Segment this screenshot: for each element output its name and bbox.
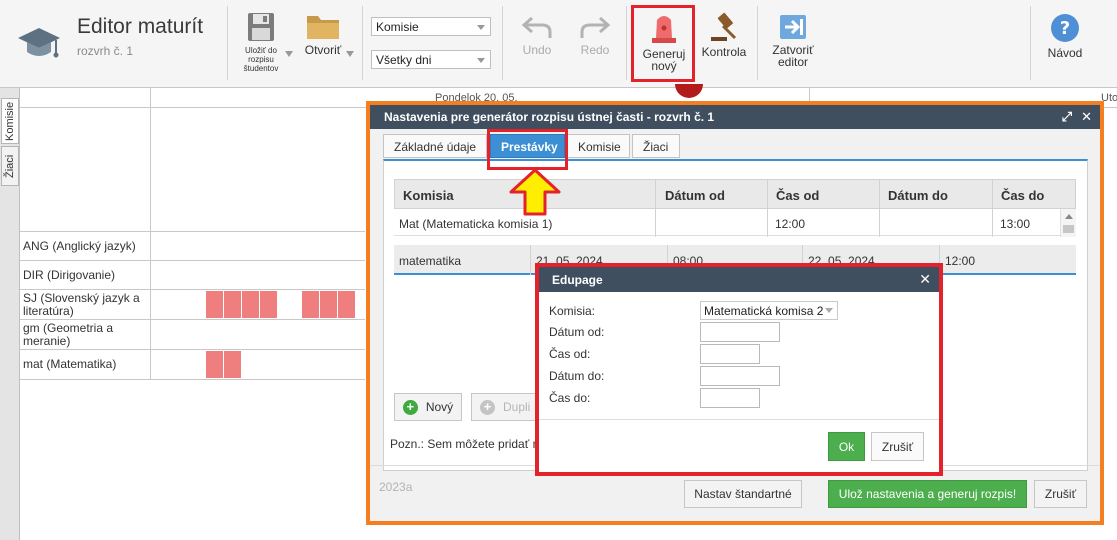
date-from-label: Dátum od: <box>549 325 605 339</box>
redo-button[interactable]: Redo <box>574 14 616 56</box>
save-dropdown-arrow-icon[interactable] <box>285 51 293 57</box>
folder-icon <box>307 16 339 39</box>
toolbar: Editor maturít rozvrh č. 1 Uložiť do roz… <box>0 0 1117 88</box>
gavel-icon <box>711 12 737 41</box>
schedule-slot[interactable] <box>224 291 242 318</box>
schedule-slot[interactable] <box>224 351 242 378</box>
time-to-label: Čas do: <box>549 391 591 405</box>
expand-icon[interactable]: ⤢ <box>1062 109 1072 125</box>
edupage-modal-title: Edupage ✕ <box>539 267 939 292</box>
help-button[interactable]: ? Návod <box>1042 13 1088 59</box>
close-icon[interactable]: ✕ <box>1081 109 1092 125</box>
table-row[interactable]: Mat (Matematicka komisia 1) 12:00 13:00 <box>394 210 1060 236</box>
question-mark-icon: ? <box>1051 14 1079 42</box>
schedule-slot[interactable] <box>242 291 260 318</box>
schedule-slot[interactable] <box>338 291 356 318</box>
schedule-slot[interactable] <box>260 291 278 318</box>
date-to-label: Dátum do: <box>549 369 605 383</box>
toolbar-separator <box>626 6 627 80</box>
plus-icon: + <box>402 399 418 415</box>
toolbar-separator <box>757 6 758 80</box>
days-filter-select[interactable]: Všetky dni <box>371 50 491 69</box>
open-button[interactable]: Otvoriť <box>300 12 346 56</box>
arrow-up-icon <box>509 168 561 216</box>
table-scrollbar[interactable] <box>1060 209 1076 237</box>
scroll-up-icon[interactable] <box>1065 214 1073 219</box>
settings-dialog-title: Nastavenia pre generátor rozpisu ústnej … <box>370 105 1100 129</box>
row-gm: gm (Geometria a meranie) <box>20 320 151 349</box>
tab-students[interactable]: Žiaci <box>1 146 19 186</box>
floppy-disk-icon <box>248 13 274 41</box>
chevron-down-icon <box>825 308 833 313</box>
scroll-thumb[interactable] <box>1063 225 1074 233</box>
cancel-button[interactable]: Zrušiť <box>1034 480 1087 508</box>
graduation-cap-icon <box>18 28 60 58</box>
save-and-generate-button[interactable]: Ulož nastavenia a generuj rozpis! <box>828 480 1027 508</box>
close-icon[interactable]: ✕ <box>919 271 931 288</box>
breaks-tab-highlight <box>487 129 568 170</box>
schedule-slot[interactable] <box>206 291 224 318</box>
chevron-down-icon <box>477 25 485 30</box>
breaks-note: Pozn.: Sem môžete pridať m <box>390 437 543 451</box>
redo-icon <box>580 16 610 38</box>
svg-text:?: ? <box>1060 18 1070 39</box>
duplicate-icon: + <box>480 399 495 415</box>
row-ang: ANG (Anglický jazyk) <box>20 232 151 260</box>
side-tab-strip: Komisie Žiaci <box>0 88 20 540</box>
toolbar-separator <box>227 6 228 80</box>
time-from-label: Čas od: <box>549 347 591 361</box>
cancel-button[interactable]: Zrušiť <box>871 432 924 461</box>
app-title: Editor maturít <box>77 15 204 38</box>
schedule-slot[interactable] <box>206 351 224 378</box>
tab-commissions[interactable]: Komisie <box>1 98 19 144</box>
column-header: Čas od <box>776 188 820 203</box>
time-from-input[interactable] <box>700 344 760 364</box>
chevron-down-icon <box>477 58 485 63</box>
date-to-input[interactable] <box>700 366 780 386</box>
breaks-table-header: Komisia Dátum od Čas od Dátum do Čas do <box>394 179 1076 209</box>
column-header: Dátum do <box>888 188 948 203</box>
generate-button-highlight <box>631 5 695 82</box>
close-editor-button[interactable]: Zatvoriť editor <box>766 14 820 68</box>
schedule-slot[interactable] <box>320 291 338 318</box>
undo-button[interactable]: Undo <box>516 14 558 56</box>
set-standard-button[interactable]: Nastav štandartné <box>684 480 802 508</box>
edupage-modal: Edupage ✕ Komisia: Matematická komisa 2 … <box>539 267 939 472</box>
schedule-subtitle: rozvrh č. 1 <box>77 44 134 58</box>
tab-commissions[interactable]: Komisie <box>567 134 630 158</box>
check-button[interactable]: Kontrola <box>700 12 748 58</box>
new-button[interactable]: + Nový <box>394 393 462 421</box>
tab-basic-data[interactable]: Základné údaje <box>383 134 487 158</box>
commission-filter-select[interactable]: Komisie <box>371 17 491 36</box>
time-to-input[interactable] <box>700 388 760 408</box>
duplicate-button[interactable]: + Dupli <box>471 393 543 421</box>
tab-students[interactable]: Žiaci <box>632 134 680 158</box>
open-dropdown-arrow-icon[interactable] <box>346 51 354 57</box>
version-label: 2023a <box>379 480 413 494</box>
save-to-students-button[interactable]: Uložiť do rozpisu študentov <box>236 12 286 73</box>
column-header: Komisia <box>403 188 454 203</box>
schedule-slot[interactable] <box>302 291 320 318</box>
row-dir: DIR (Dirigovanie) <box>20 261 151 289</box>
ok-button[interactable]: Ok <box>828 432 865 461</box>
exit-arrow-icon <box>780 15 806 39</box>
row-sj: SJ (Slovenský jazyk a literatúra) <box>20 290 151 319</box>
toolbar-separator <box>362 6 363 80</box>
date-from-input[interactable] <box>700 322 780 342</box>
toolbar-separator <box>502 6 503 80</box>
undo-icon <box>522 16 552 38</box>
commission-select[interactable]: Matematická komisa 2 <box>700 301 838 320</box>
toolbar-separator <box>1030 6 1031 80</box>
commission-label: Komisia: <box>549 304 596 318</box>
row-mat: mat (Matematika) <box>20 350 151 379</box>
column-header: Čas do <box>1001 188 1045 203</box>
column-header: Dátum od <box>665 188 725 203</box>
